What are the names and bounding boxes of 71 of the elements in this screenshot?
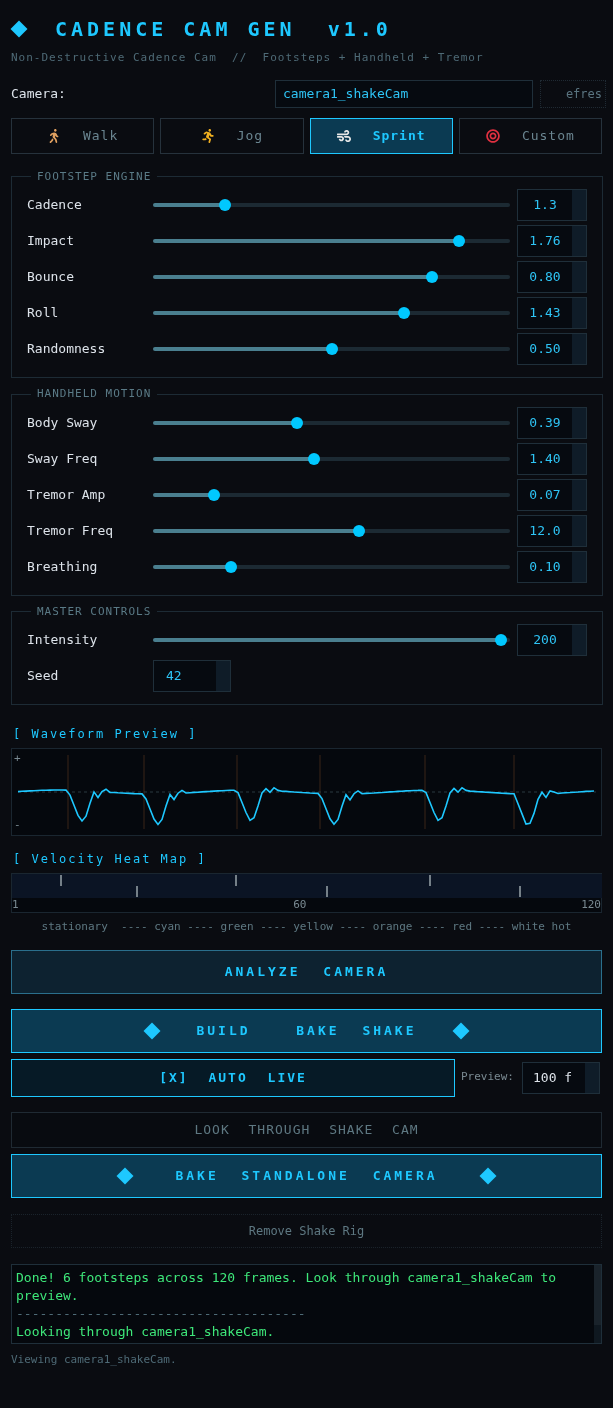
slider-thumb[interactable] [308, 452, 321, 465]
section-title: FOOTSTEP ENGINE [36, 168, 153, 185]
value-field[interactable]: 0.50 [517, 333, 587, 365]
preview-label: Preview: [461, 1069, 514, 1086]
analyze-button[interactable]: ANALYZE CAMERA [11, 949, 602, 994]
app-title: CADENCE CAM GEN v1.0 [55, 16, 392, 43]
heatmap-title: [ Velocity Heat Map ] [12, 851, 208, 868]
waveform-title: [ Waveform Preview ] [12, 726, 199, 743]
log-line: ------------------------------------- [16, 1304, 307, 1323]
minus-label: - [14, 817, 21, 833]
slider-thumb[interactable] [353, 524, 366, 537]
slider-label: Bounce [27, 268, 75, 287]
preview-field[interactable]: 100 f [522, 1061, 600, 1094]
target-icon [485, 128, 500, 143]
slider-label: Tremor Freq [27, 521, 115, 540]
log-line: Looking through camera1_shakeCam. [16, 1322, 276, 1341]
slider-thumb[interactable] [225, 560, 238, 573]
preset-tab[interactable]: Sprint [309, 117, 453, 154]
remove-rig-button[interactable]: Remove Shake Rig [11, 1213, 602, 1248]
section-title: HANDHELD MOTION [36, 386, 153, 402]
value-field[interactable]: 1.43 [517, 297, 587, 329]
slider-label: Roll [27, 304, 60, 323]
section-title: MASTER CONTROLS [36, 603, 153, 620]
running-person-icon [200, 128, 215, 143]
plus-label: + [14, 751, 21, 767]
scrollbar[interactable] [594, 1264, 601, 1343]
value-field[interactable]: 0.10 [517, 550, 587, 583]
value-field[interactable]: 0.80 [517, 261, 587, 293]
seed-label: Seed [27, 667, 60, 686]
slider-thumb[interactable] [425, 271, 438, 283]
value-field[interactable]: 200 [517, 624, 587, 656]
app-subtitle: Non-Destructive Cadence Cam // Footsteps + Handheld + Tremor [10, 50, 485, 66]
preset-tab[interactable]: Jog [160, 117, 304, 154]
slider-label: Randomness [27, 340, 107, 359]
value-field[interactable]: 0.39 [517, 406, 587, 439]
value-field[interactable]: 12.0 [517, 514, 587, 547]
slider-label: Body Sway [27, 413, 99, 432]
slider-label: Breathing [27, 557, 99, 576]
axis-label: 60 [293, 898, 307, 912]
slider-thumb[interactable] [397, 307, 410, 319]
slider-label: Tremor Amp [27, 485, 107, 504]
axis-label: 1 [12, 898, 19, 912]
build-button[interactable]: BUILD BAKE SHAKE [11, 1008, 602, 1053]
value-field[interactable]: 0.07 [517, 478, 587, 511]
slider-thumb[interactable] [453, 235, 466, 247]
camera-label: Camera: [11, 84, 67, 103]
slider-label: Impact [27, 232, 75, 251]
slider-thumb[interactable] [218, 199, 231, 211]
refresh-button[interactable]: efres [540, 79, 606, 108]
preset-tab[interactable]: Walk [11, 117, 155, 154]
slider-label: Sway Freq [27, 449, 99, 468]
heatmap-legend: stationary ---- cyan ---- green ---- yellow ---- orange ---- red ---- white hot [0, 919, 613, 936]
wind-icon [336, 128, 351, 143]
camera-field[interactable]: camera1_shakeCam [275, 79, 533, 108]
value-field[interactable]: 1.40 [517, 442, 587, 475]
slider-thumb[interactable] [325, 343, 338, 355]
preset-tab[interactable]: Custom [458, 117, 602, 154]
slider-label: Intensity [27, 631, 99, 650]
value-field[interactable]: 1.76 [517, 225, 587, 257]
slider-thumb[interactable] [494, 634, 507, 646]
axis-label: 120 [581, 898, 601, 912]
seed-field[interactable]: 42 [153, 660, 231, 692]
slider-label: Cadence [27, 196, 83, 215]
slider-thumb[interactable] [291, 416, 303, 429]
auto-live-button[interactable]: [X] AUTO LIVE [11, 1058, 455, 1097]
slider-thumb[interactable] [208, 488, 221, 501]
value-field[interactable]: 1.3 [517, 189, 587, 221]
status-text: Viewing camera1_shakeCam. [10, 1351, 178, 1368]
look-through-button[interactable]: LOOK THROUGH SHAKE CAM [11, 1111, 602, 1148]
log-line: Done! 6 footsteps across 120 frames. Look through camera1_shakeCam to preview. [16, 1268, 558, 1305]
bake-standalone-button[interactable]: BAKE STANDALONE CAMERA [11, 1153, 602, 1198]
